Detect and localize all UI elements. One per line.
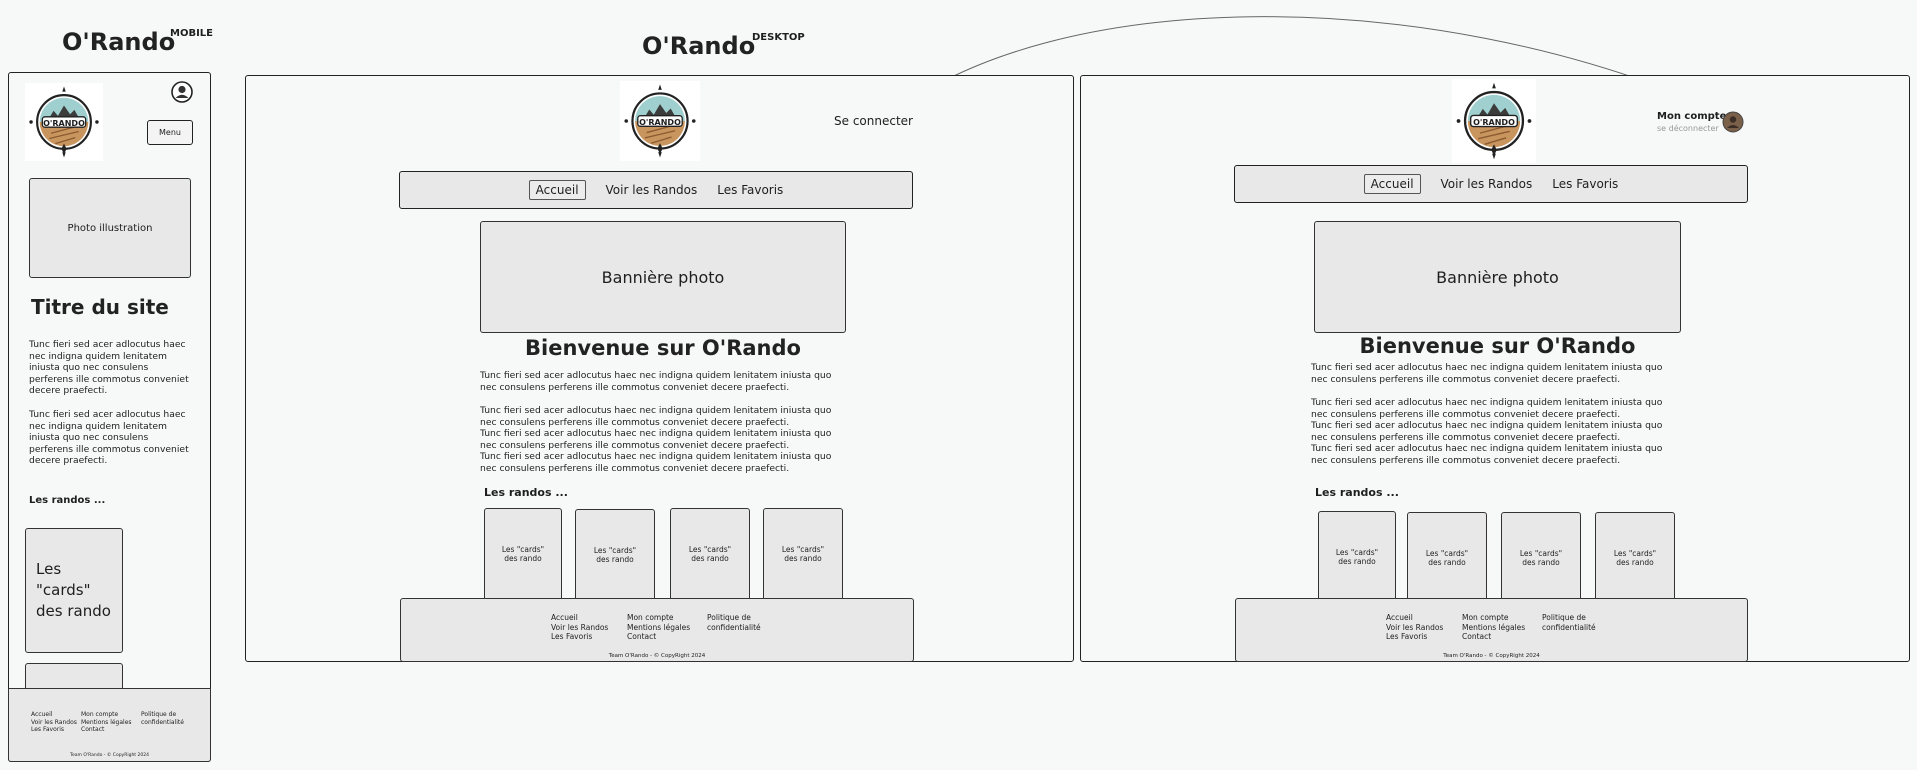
footer-link-compte[interactable]: Mon compte [1462,613,1525,623]
nav-accueil[interactable]: Accueil [1363,174,1421,194]
rando-card[interactable]: Les "cards" des rando [1407,512,1487,608]
nav-favoris[interactable]: Les Favoris [1552,177,1618,191]
footer-link-accueil[interactable]: Accueil [1386,613,1443,623]
footer-link-favoris[interactable]: Les Favoris [1386,632,1443,642]
desktop-frame-guest: O'RANDO Se connecter Accueil Voir les Ra… [245,75,1074,662]
mobile-footer-col3: Politique de confidentialité [141,711,184,726]
rando-card[interactable]: Les "cards" des rando [763,508,843,606]
mobile-randos-heading: Les randos ... [29,495,106,506]
mobile-footer-col1: Accueil Voir les Randos Les Favoris [31,711,77,734]
footer-link-favoris[interactable]: Les Favoris [551,632,608,642]
banner-photo: Bannière photo [1314,221,1681,333]
mobile-site-title: Titre du site [31,295,169,319]
footer-link-compte[interactable]: Mon compte [627,613,690,623]
account-link[interactable]: Mon compte [1657,111,1726,122]
footer-link-politique[interactable]: Politique de [1542,613,1596,623]
mobile-logo-text: O'RANDO [43,119,85,128]
desktop-footer: Accueil Voir les Randos Les Favoris Mon … [400,598,914,662]
footer-link-randos[interactable]: Voir les Randos [1386,623,1443,633]
rando-card[interactable]: Les "cards" des rando [1318,511,1396,608]
avatar-icon[interactable] [1722,111,1744,133]
logout-link[interactable]: se déconnecter [1657,124,1719,133]
login-link[interactable]: Se connecter [834,114,913,128]
desktop-copyright: Team O'Rando - © CopyRight 2024 [608,653,706,659]
rando-card[interactable]: Les "cards" des rando [575,509,655,606]
user-account-icon[interactable] [170,80,194,104]
footer-col1: Accueil Voir les Randos Les Favoris [551,613,608,642]
footer-col1: Accueil Voir les Randos Les Favoris [1386,613,1443,642]
footer-link-compte[interactable]: Mon compte [81,711,132,719]
nav-accueil[interactable]: Accueil [528,180,586,200]
footer-col3: Politique de confidentialité [707,613,761,632]
mobile-footer-col2: Mon compte Mentions légales Contact [81,711,132,734]
paragraph-4: Tunc fieri sed acer adlocutus haec nec i… [480,451,832,474]
nav-randos[interactable]: Voir les Randos [606,183,698,197]
footer-link-accueil[interactable]: Accueil [551,613,608,623]
mobile-paragraph-2: Tunc fieri sed acer adlocutus haec nec i… [29,409,189,466]
desktop-frame-user: O'RANDO Mon compte se déconnecter Accuei… [1080,75,1910,662]
desktop-label: DESKTOP [752,32,805,43]
mobile-copyright: Team O'Rando - © CopyRight 2024 [70,753,149,758]
mobile-frame: O'RANDO Menu Photo illustration Titre du… [8,72,211,762]
footer-link-politique[interactable]: Politique de [141,711,184,719]
footer-link-mentions[interactable]: Mentions légales [627,623,690,633]
nav-bar: Accueil Voir les Randos Les Favoris [399,171,913,209]
mobile-menu-button[interactable]: Menu [147,120,193,145]
rando-card[interactable]: Les "cards" des rando [484,508,562,606]
mobile-paragraph-1: Tunc fieri sed acer adlocutus haec nec i… [29,339,189,396]
desktop-logo: O'RANDO [1452,79,1536,163]
footer-link-accueil[interactable]: Accueil [31,711,77,719]
mobile-footer: Accueil Voir les Randos Les Favoris Mon … [8,688,211,762]
mobile-label: MOBILE [170,28,213,39]
paragraph-2: Tunc fieri sed acer adlocutus haec nec i… [480,405,832,428]
footer-link-randos[interactable]: Voir les Randos [551,623,608,633]
paragraph-3: Tunc fieri sed acer adlocutus haec nec i… [480,428,832,451]
footer-link-contact[interactable]: Contact [81,726,132,734]
welcome-heading: Bienvenue sur O'Rando [1359,334,1636,358]
mobile-photo: Photo illustration [29,178,191,278]
rando-card[interactable]: Les "cards" des rando [1501,512,1581,608]
randos-heading: Les randos ... [1315,486,1399,499]
desktop-copyright: Team O'Rando - © CopyRight 2024 [1443,653,1540,659]
mobile-logo: O'RANDO [25,83,103,161]
footer-link-mentions[interactable]: Mentions légales [81,719,132,727]
paragraph-1: Tunc fieri sed acer adlocutus haec nec i… [1311,362,1663,385]
mobile-card-text: Les "cards" des rando [36,560,111,620]
desktop-footer: Accueil Voir les Randos Les Favoris Mon … [1235,598,1748,662]
rando-card[interactable]: Les "cards" des rando [1595,512,1675,608]
footer-col3: Politique de confidentialité [1542,613,1596,632]
footer-link-contact[interactable]: Contact [627,632,690,642]
banner-photo: Bannière photo [480,221,846,333]
nav-bar: Accueil Voir les Randos Les Favoris [1234,165,1748,203]
rando-card[interactable]: Les "cards" des rando [670,508,750,606]
footer-link-politique[interactable]: Politique de [707,613,761,623]
footer-link-contact[interactable]: Contact [1462,632,1525,642]
nav-favoris[interactable]: Les Favoris [717,183,783,197]
desktop-title: O'Rando [642,32,756,60]
paragraph-4: Tunc fieri sed acer adlocutus haec nec i… [1311,443,1663,466]
footer-link-mentions[interactable]: Mentions légales [1462,623,1525,633]
desktop-logo: O'RANDO [620,81,700,161]
welcome-heading: Bienvenue sur O'Rando [525,336,801,360]
randos-heading: Les randos ... [484,486,568,499]
paragraph-2: Tunc fieri sed acer adlocutus haec nec i… [1311,397,1663,420]
paragraph-3: Tunc fieri sed acer adlocutus haec nec i… [1311,420,1663,443]
footer-col2: Mon compte Mentions légales Contact [627,613,690,642]
footer-link-favoris[interactable]: Les Favoris [31,726,77,734]
paragraph-1: Tunc fieri sed acer adlocutus haec nec i… [480,370,832,393]
nav-randos[interactable]: Voir les Randos [1441,177,1533,191]
footer-col2: Mon compte Mentions légales Contact [1462,613,1525,642]
mobile-card[interactable]: Les "cards" des rando [25,528,123,653]
footer-link-randos[interactable]: Voir les Randos [31,719,77,727]
mobile-title: O'Rando [62,28,176,56]
